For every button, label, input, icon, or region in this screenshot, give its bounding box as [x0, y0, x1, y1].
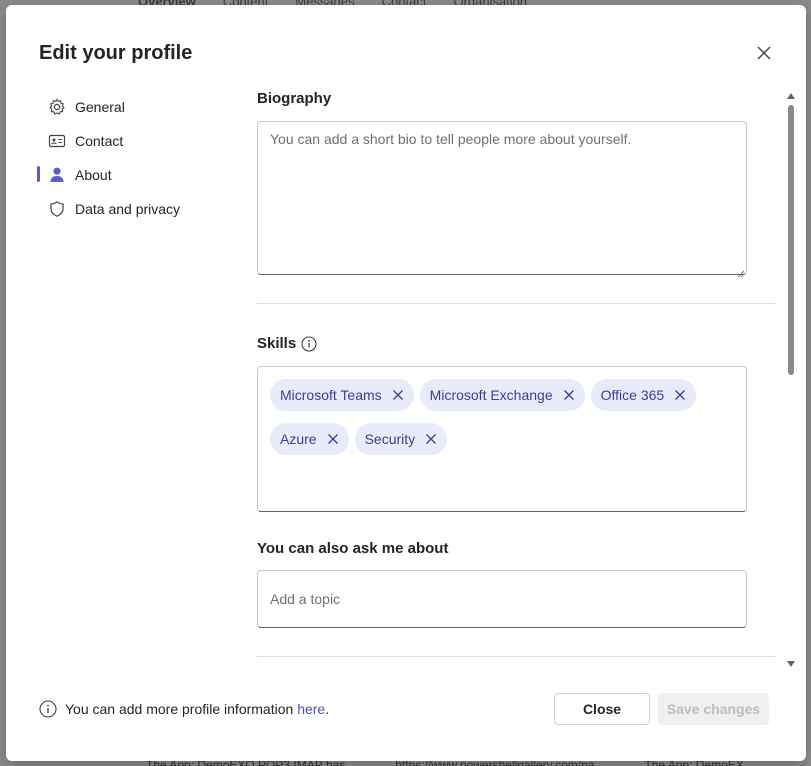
- skill-chip[interactable]: Microsoft Teams: [270, 379, 414, 411]
- biography-placeholder: You can add a short bio to tell people m…: [270, 131, 632, 147]
- skill-chip[interactable]: Office 365: [590, 379, 697, 411]
- shield-icon: [48, 200, 66, 218]
- skill-chip-label: Office 365: [600, 387, 665, 403]
- skill-chip[interactable]: Security: [354, 423, 448, 455]
- save-changes-button[interactable]: Save changes: [658, 693, 769, 725]
- skills-field[interactable]: Microsoft Teams Microsoft Exchange Offic…: [257, 366, 747, 512]
- biography-label: Biography: [257, 90, 332, 107]
- remove-skill-icon[interactable]: [674, 389, 686, 401]
- nav-label: About: [75, 167, 112, 183]
- section-divider: [257, 303, 775, 304]
- about-content: Biography You can add a short bio to tel…: [257, 90, 777, 660]
- skill-chip-label: Microsoft Teams: [280, 387, 382, 403]
- skill-chip[interactable]: Azure: [270, 423, 349, 455]
- nav-label: Contact: [75, 133, 124, 149]
- nav-label: General: [75, 99, 125, 115]
- nav-item-contact[interactable]: Contact: [36, 124, 216, 158]
- footer-here-link[interactable]: here: [297, 701, 325, 717]
- skill-chip-label: Azure: [280, 431, 317, 447]
- contact-card-icon: [48, 132, 66, 150]
- biography-textarea[interactable]: You can add a short bio to tell people m…: [257, 121, 747, 278]
- scroll-down-icon[interactable]: [787, 660, 795, 668]
- info-icon[interactable]: [301, 335, 317, 352]
- skill-chip-label: Security: [364, 431, 416, 447]
- ask-about-label: You can also ask me about: [257, 540, 449, 557]
- scroll-up-icon[interactable]: [787, 92, 795, 100]
- close-button[interactable]: Close: [554, 693, 650, 725]
- nav-item-general[interactable]: General: [36, 90, 216, 124]
- topic-input[interactable]: Add a topic: [257, 570, 747, 628]
- person-icon: [48, 166, 66, 184]
- skill-chip[interactable]: Microsoft Exchange: [419, 379, 585, 411]
- footer-trailing: .: [325, 701, 330, 717]
- close-icon[interactable]: [754, 43, 774, 63]
- footer-info-text: You can add more profile information: [65, 701, 298, 717]
- skills-label: Skills: [257, 335, 297, 352]
- topic-placeholder: Add a topic: [270, 591, 341, 607]
- scrollbar[interactable]: [784, 90, 798, 670]
- resize-grip-icon[interactable]: [737, 265, 745, 278]
- profile-nav: General Contact About Data and privacy: [36, 90, 216, 226]
- gear-icon: [48, 98, 66, 116]
- remove-skill-icon[interactable]: [425, 433, 437, 445]
- dialog-title: Edit your profile: [39, 42, 193, 64]
- remove-skill-icon[interactable]: [327, 433, 339, 445]
- scrollbar-thumb[interactable]: [788, 105, 794, 375]
- edit-profile-dialog: Edit your profile General Contact About: [6, 5, 806, 761]
- nav-item-data-privacy[interactable]: Data and privacy: [36, 192, 216, 226]
- skills-heading: Skills: [257, 335, 317, 352]
- footer-info: You can add more profile information her…: [39, 700, 329, 718]
- nav-label: Data and privacy: [75, 201, 181, 217]
- info-icon: [39, 700, 57, 718]
- section-divider: [257, 656, 775, 657]
- nav-item-about[interactable]: About: [36, 158, 216, 192]
- remove-skill-icon[interactable]: [563, 389, 575, 401]
- skills-chips: Microsoft Teams Microsoft Exchange Offic…: [270, 379, 734, 455]
- remove-skill-icon[interactable]: [392, 389, 404, 401]
- skill-chip-label: Microsoft Exchange: [429, 387, 553, 403]
